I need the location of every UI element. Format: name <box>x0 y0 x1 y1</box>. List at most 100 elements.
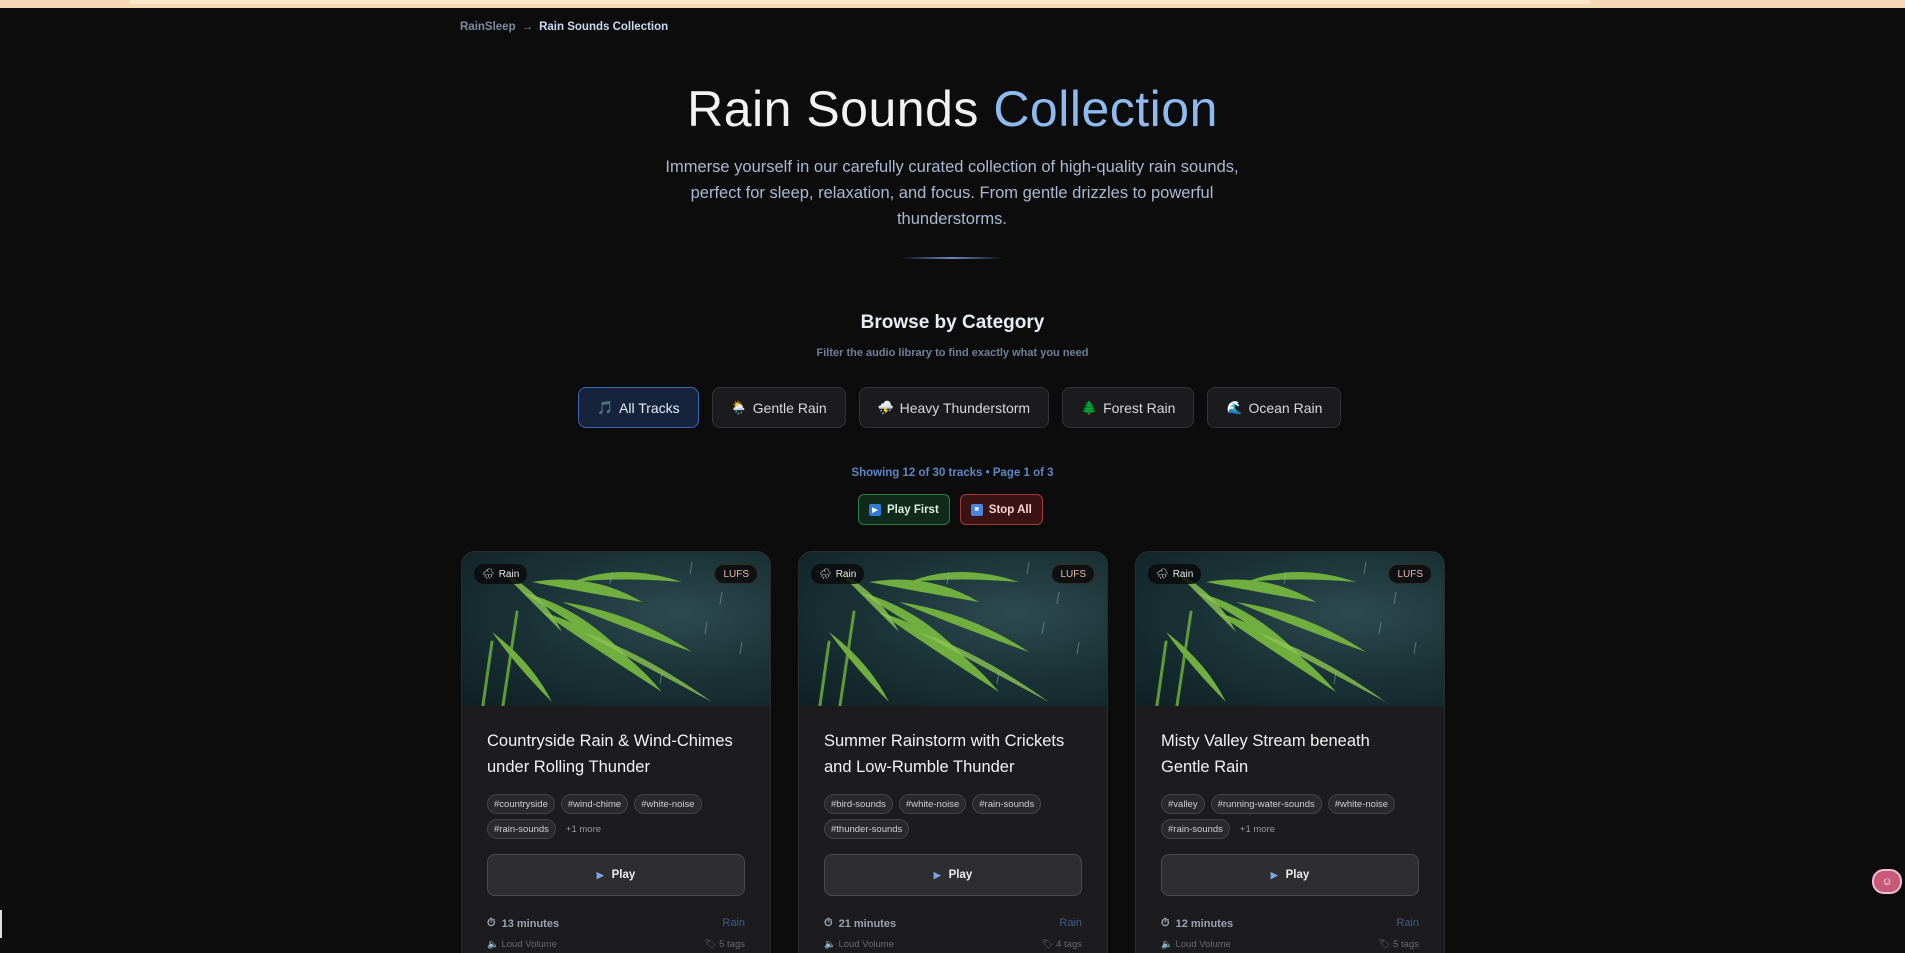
tag[interactable]: #bird-sounds <box>824 794 893 814</box>
assistant-icon: ☺ <box>1881 875 1893 888</box>
wave-icon: 🌊 <box>1226 399 1243 415</box>
volume-label: Loud Volume <box>1175 939 1231 950</box>
play-icon: ▶ <box>869 503 881 516</box>
breadcrumb: RainSleep → Rain Sounds Collection <box>460 21 668 33</box>
category-label: Forest Rain <box>1103 399 1176 416</box>
tag[interactable]: #valley <box>1161 794 1205 814</box>
floating-assistant-button[interactable]: ☺ <box>1872 869 1902 894</box>
play-button[interactable]: ▶ Play <box>1161 854 1419 896</box>
thunderstorm-icon: ⛈️ <box>877 399 894 415</box>
speaker-icon: 🔈 <box>487 939 499 950</box>
track-card: 🌧 Rain LUFS Misty Valley Stream beneath … <box>1135 551 1445 953</box>
sun-rain-icon: 🌦️ <box>730 399 747 415</box>
category-ocean-rain[interactable]: 🌊 Ocean Rain <box>1207 387 1342 428</box>
category-label: Gentle Rain <box>752 399 827 416</box>
top-banner <box>0 0 1905 8</box>
duration-value: 13 minutes <box>501 917 560 930</box>
category-label: Rain <box>1059 917 1082 929</box>
page-title-main: Rain Sounds <box>687 81 979 137</box>
type-badge: 🌧 Rain <box>474 564 528 584</box>
volume: 🔈 Loud Volume <box>1161 939 1231 950</box>
tag-count: 🏷 4 tags <box>1041 939 1082 950</box>
type-badge-label: Rain <box>1172 568 1194 580</box>
lufs-badge: LUFS <box>1051 564 1095 584</box>
tag[interactable]: #white-noise <box>634 794 702 814</box>
breadcrumb-home-link[interactable]: RainSleep <box>460 21 516 33</box>
type-badge: 🌧 Rain <box>1148 564 1202 584</box>
track-title[interactable]: Misty Valley Stream beneath Gentle Rain <box>1161 728 1419 780</box>
browse-title: Browse by Category <box>860 312 1045 333</box>
category-label: Ocean Rain <box>1248 399 1323 416</box>
music-note-icon: 🎵 <box>597 399 614 415</box>
play-label: Play <box>1285 869 1310 881</box>
category-label: All Tracks <box>619 399 680 416</box>
breadcrumb-separator: → <box>521 21 534 33</box>
results-count: Showing 12 of 30 tracks • Page 1 of 3 <box>851 467 1054 479</box>
speaker-icon: 🔈 <box>1161 939 1173 950</box>
play-label: Play <box>611 869 636 881</box>
category-label: Rain <box>1396 917 1419 929</box>
track-card: 🌧 Rain LUFS Countryside Rain & Wind-Chim… <box>461 551 771 953</box>
play-icon: ▶ <box>933 869 941 880</box>
lufs-badge: LUFS <box>1388 564 1432 584</box>
tag[interactable]: #rain-sounds <box>972 794 1042 814</box>
category-label: Heavy Thunderstorm <box>899 399 1031 416</box>
play-first-label: Play First <box>887 503 939 516</box>
speaker-icon: 🔈 <box>824 939 836 950</box>
breadcrumb-current: Rain Sounds Collection <box>539 21 669 33</box>
rain-cloud-icon: 🌧 <box>819 568 832 580</box>
duration: ⏱ 13 minutes <box>487 917 559 930</box>
play-label: Play <box>948 869 973 881</box>
browse-subtitle: Filter the audio library to find exactly… <box>816 347 1089 359</box>
more-tags[interactable]: +1 more <box>566 824 601 835</box>
category-heavy-thunderstorm[interactable]: ⛈️ Heavy Thunderstorm <box>858 387 1050 428</box>
category-gentle-rain[interactable]: 🌦️ Gentle Rain <box>711 387 846 428</box>
tag[interactable]: #wind-chime <box>560 794 629 814</box>
track-meta-secondary: 🔈 Loud Volume 🏷 4 tags <box>824 939 1082 950</box>
stop-all-label: Stop All <box>988 503 1032 516</box>
volume: 🔈 Loud Volume <box>824 939 894 950</box>
category-filter: 🎵 All Tracks 🌦️ Gentle Rain ⛈️ Heavy Thu… <box>578 387 1342 428</box>
play-button[interactable]: ▶ Play <box>824 854 1082 896</box>
track-meta-secondary: 🔈 Loud Volume 🏷 5 tags <box>487 939 745 950</box>
track-thumbnail: 🌧 Rain LUFS <box>462 552 770 706</box>
tag[interactable]: #rain-sounds <box>1161 819 1230 839</box>
category-forest-rain[interactable]: 🌲 Forest Rain <box>1062 387 1195 428</box>
tag[interactable]: #countryside <box>487 794 555 814</box>
duration-value: 12 minutes <box>1175 917 1234 930</box>
track-meta: ⏱ 13 minutes Rain <box>487 917 745 930</box>
tag-count: 🏷 5 tags <box>704 939 745 950</box>
track-card: 🌧 Rain LUFS Summer Rainstorm with Cricke… <box>798 551 1108 953</box>
tag[interactable]: #thunder-sounds <box>824 819 910 839</box>
play-icon: ▶ <box>596 869 604 880</box>
track-meta-secondary: 🔈 Loud Volume 🏷 5 tags <box>1161 939 1419 950</box>
stop-all-button[interactable]: ■ Stop All <box>959 494 1043 525</box>
timer-icon: ⏱ <box>487 917 496 929</box>
play-first-button[interactable]: ▶ Play First <box>858 494 950 525</box>
track-grid: 🌧 Rain LUFS Countryside Rain & Wind-Chim… <box>461 551 1445 953</box>
volume: 🔈 Loud Volume <box>487 939 557 950</box>
track-thumbnail: 🌧 Rain LUFS <box>1136 552 1444 706</box>
timer-icon: ⏱ <box>824 917 833 929</box>
tag-count-label: 5 tags <box>719 939 745 950</box>
more-tags[interactable]: +1 more <box>1240 824 1275 835</box>
play-button[interactable]: ▶ Play <box>487 854 745 896</box>
page-title-accent: Collection <box>993 81 1218 137</box>
tag[interactable]: #rain-sounds <box>487 819 556 839</box>
tag-count: 🏷 5 tags <box>1378 939 1419 950</box>
tag-icon: 🏷 <box>1041 939 1054 950</box>
tag[interactable]: #white-noise <box>898 794 967 814</box>
track-title[interactable]: Summer Rainstorm with Crickets and Low-R… <box>824 728 1082 780</box>
track-meta: ⏱ 21 minutes Rain <box>824 917 1082 930</box>
hero-divider <box>900 257 1004 259</box>
tag[interactable]: #running-water-sounds <box>1210 794 1322 814</box>
scroll-marker <box>0 910 2 938</box>
category-all-tracks[interactable]: 🎵 All Tracks <box>578 387 699 428</box>
volume-label: Loud Volume <box>501 939 557 950</box>
tag[interactable]: #white-noise <box>1327 794 1396 814</box>
track-title[interactable]: Countryside Rain & Wind-Chimes under Rol… <box>487 728 745 780</box>
tag-icon: 🏷 <box>1378 939 1391 950</box>
page-description: Immerse yourself in our carefully curate… <box>665 158 1239 228</box>
tag-icon: 🏷 <box>704 939 717 950</box>
type-badge-label: Rain <box>835 568 857 580</box>
